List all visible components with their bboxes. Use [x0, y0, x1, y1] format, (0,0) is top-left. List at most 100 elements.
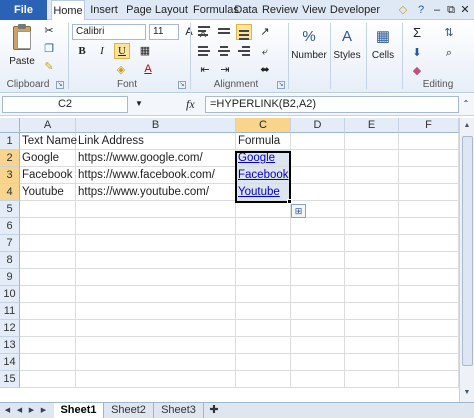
- cell-c11[interactable]: [236, 303, 291, 320]
- cell-b7[interactable]: [76, 235, 236, 252]
- fill-icon[interactable]: ⬇: [410, 46, 424, 60]
- cell-a2[interactable]: Google: [20, 150, 76, 167]
- italic-button[interactable]: I: [94, 43, 110, 59]
- auto-fill-options-icon[interactable]: ⊞: [291, 204, 306, 218]
- cell-b14[interactable]: [76, 354, 236, 371]
- orientation-icon[interactable]: ↗: [258, 25, 272, 39]
- row-header-14[interactable]: 14: [0, 354, 20, 371]
- cell-b5[interactable]: [76, 201, 236, 218]
- close-icon[interactable]: ✕: [458, 3, 472, 17]
- cell-b10[interactable]: [76, 286, 236, 303]
- cell-b6[interactable]: [76, 218, 236, 235]
- underline-button[interactable]: U: [114, 43, 130, 59]
- cell-e15[interactable]: [345, 371, 399, 388]
- select-all-corner[interactable]: [0, 118, 20, 133]
- cell-d4[interactable]: [291, 184, 345, 201]
- cell-f3[interactable]: [399, 167, 459, 184]
- cell-a9[interactable]: [20, 269, 76, 286]
- cell-e5[interactable]: [345, 201, 399, 218]
- sort-filter-icon[interactable]: ⇅: [442, 26, 456, 40]
- cell-f1[interactable]: [399, 133, 459, 150]
- cell-b3[interactable]: https://www.facebook.com/: [76, 167, 236, 184]
- row-header-7[interactable]: 7: [0, 235, 20, 252]
- paste-button[interactable]: Paste: [4, 22, 40, 78]
- row-header-5[interactable]: 5: [0, 201, 20, 218]
- cell-f9[interactable]: [399, 269, 459, 286]
- font-color-button[interactable]: A: [140, 61, 156, 77]
- cell-c13[interactable]: [236, 337, 291, 354]
- cell-f6[interactable]: [399, 218, 459, 235]
- tab-formulas[interactable]: Formulas: [193, 0, 239, 20]
- cell-a6[interactable]: [20, 218, 76, 235]
- bold-button[interactable]: B: [74, 43, 90, 59]
- cell-b13[interactable]: [76, 337, 236, 354]
- autosum-icon[interactable]: Σ: [410, 26, 424, 40]
- cell-d11[interactable]: [291, 303, 345, 320]
- sheet-tab-sheet3[interactable]: Sheet3: [154, 403, 204, 418]
- cell-d6[interactable]: [291, 218, 345, 235]
- align-bottom-icon[interactable]: [236, 24, 252, 40]
- cell-a4[interactable]: Youtube: [20, 184, 76, 201]
- cell-f5[interactable]: [399, 201, 459, 218]
- insert-function-button[interactable]: fx: [186, 97, 195, 112]
- cell-b1[interactable]: Link Address: [76, 133, 236, 150]
- cell-d9[interactable]: [291, 269, 345, 286]
- vertical-scrollbar[interactable]: ▲ ▼: [459, 118, 474, 402]
- formula-input[interactable]: =HYPERLINK(B2,A2): [205, 96, 459, 113]
- cell-e6[interactable]: [345, 218, 399, 235]
- cell-f15[interactable]: [399, 371, 459, 388]
- tab-insert[interactable]: Insert: [87, 0, 121, 20]
- cell-f13[interactable]: [399, 337, 459, 354]
- cell-d15[interactable]: [291, 371, 345, 388]
- column-header-e[interactable]: E: [345, 118, 399, 133]
- styles-button[interactable]: A Styles: [331, 24, 363, 61]
- format-painter-icon[interactable]: ✎: [42, 60, 56, 74]
- align-top-icon[interactable]: [196, 24, 212, 40]
- cell-d7[interactable]: [291, 235, 345, 252]
- cell-c12[interactable]: [236, 320, 291, 337]
- cell-a1[interactable]: Text Name: [20, 133, 77, 150]
- alignment-launcher-icon[interactable]: ↘: [277, 81, 285, 89]
- cell-d8[interactable]: [291, 252, 345, 269]
- align-center-icon[interactable]: [216, 44, 232, 60]
- cell-e3[interactable]: [345, 167, 399, 184]
- cell-f10[interactable]: [399, 286, 459, 303]
- cell-d14[interactable]: [291, 354, 345, 371]
- cell-d12[interactable]: [291, 320, 345, 337]
- cell-c4[interactable]: Youtube: [236, 184, 291, 201]
- cells-button[interactable]: ▦ Cells: [367, 24, 399, 61]
- wrap-text-icon[interactable]: ⤶: [258, 45, 272, 59]
- column-header-c[interactable]: C: [236, 118, 291, 133]
- cell-c1[interactable]: Formula: [236, 133, 291, 150]
- cell-a3[interactable]: Facebook: [20, 167, 76, 184]
- font-launcher-icon[interactable]: ↘: [178, 81, 186, 89]
- cell-a15[interactable]: [20, 371, 76, 388]
- cell-c15[interactable]: [236, 371, 291, 388]
- cell-f12[interactable]: [399, 320, 459, 337]
- cell-c7[interactable]: [236, 235, 291, 252]
- sheet-tab-sheet1[interactable]: Sheet1: [54, 403, 104, 418]
- tab-page-layout[interactable]: Page Layout: [122, 0, 192, 20]
- cell-d3[interactable]: [291, 167, 345, 184]
- copy-icon[interactable]: ❐: [42, 42, 56, 56]
- cell-a14[interactable]: [20, 354, 76, 371]
- row-header-10[interactable]: 10: [0, 286, 20, 303]
- cell-c3[interactable]: Facebook: [236, 167, 291, 184]
- column-header-d[interactable]: D: [291, 118, 345, 133]
- cell-b12[interactable]: [76, 320, 236, 337]
- cell-a7[interactable]: [20, 235, 76, 252]
- cell-c8[interactable]: [236, 252, 291, 269]
- cell-a11[interactable]: [20, 303, 76, 320]
- help-icon[interactable]: ◇: [396, 3, 410, 17]
- cell-d1[interactable]: [291, 133, 345, 150]
- help-question-icon[interactable]: ?: [414, 3, 428, 17]
- tab-developer[interactable]: Developer: [329, 0, 381, 20]
- tab-home[interactable]: Home: [51, 0, 85, 21]
- cell-f2[interactable]: [399, 150, 459, 167]
- cell-b4[interactable]: https://www.youtube.com/: [76, 184, 236, 201]
- row-header-13[interactable]: 13: [0, 337, 20, 354]
- tab-view[interactable]: View: [300, 0, 328, 20]
- cell-c5[interactable]: [236, 201, 291, 218]
- cell-b15[interactable]: [76, 371, 236, 388]
- cell-b11[interactable]: [76, 303, 236, 320]
